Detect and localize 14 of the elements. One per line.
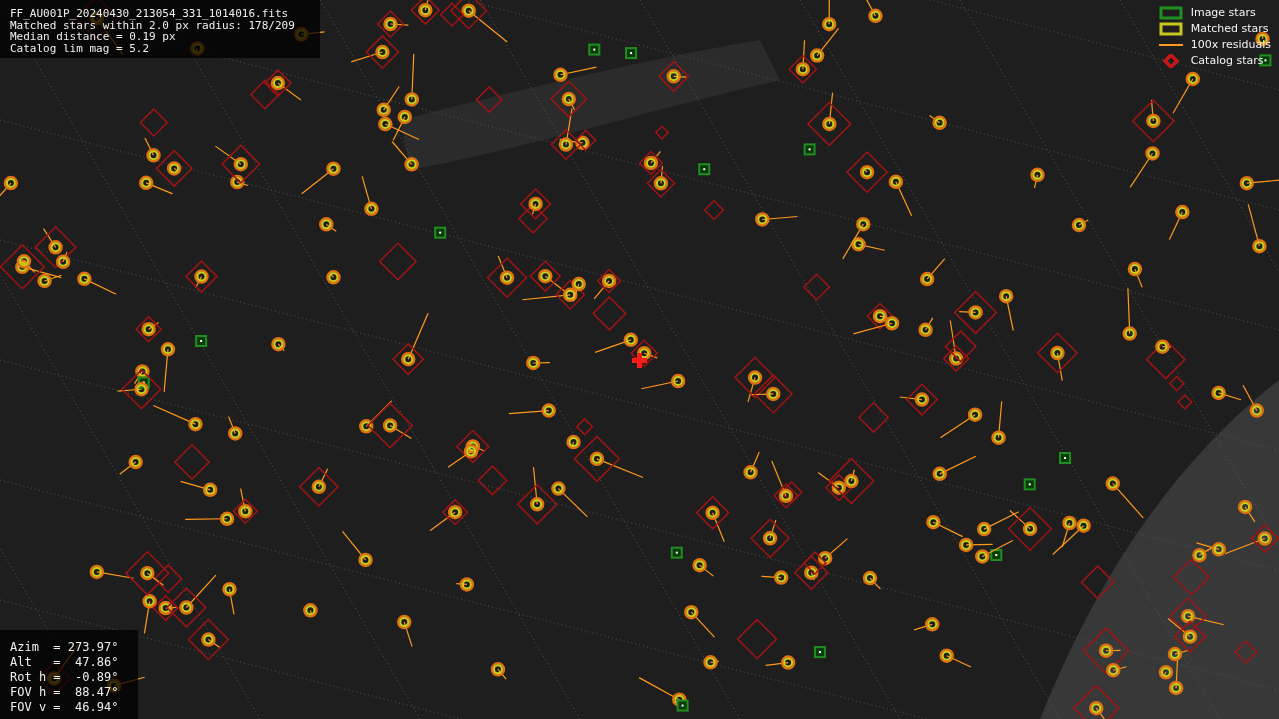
legend-label: Image stars [1190, 6, 1256, 20]
pointing-text: FOV h = 88.47° [10, 685, 119, 700]
pointing-text: Rot h = -0.89° [10, 670, 119, 685]
info-text: FF_AU001P_20240430_213054_331_1014016.fits [10, 8, 290, 20]
legend-label: Matched stars [1190, 22, 1269, 36]
pointing-text: Alt = 47.86° [10, 655, 119, 670]
legend-label: 100x residuals [1190, 38, 1271, 52]
pointing-text: FOV v = 46.94° [10, 700, 119, 715]
legend-label: Catalog stars [1190, 54, 1264, 68]
pointing-text: Azim = 273.97° [10, 640, 119, 655]
info-text: Median distance = 0.19 px [10, 31, 176, 43]
center-cross-icon [632, 353, 647, 368]
info-text: Catalog lim mag = 5.2 [10, 42, 151, 54]
info-text: Matched stars within 2.0 px radius: 178/209 [10, 19, 296, 31]
